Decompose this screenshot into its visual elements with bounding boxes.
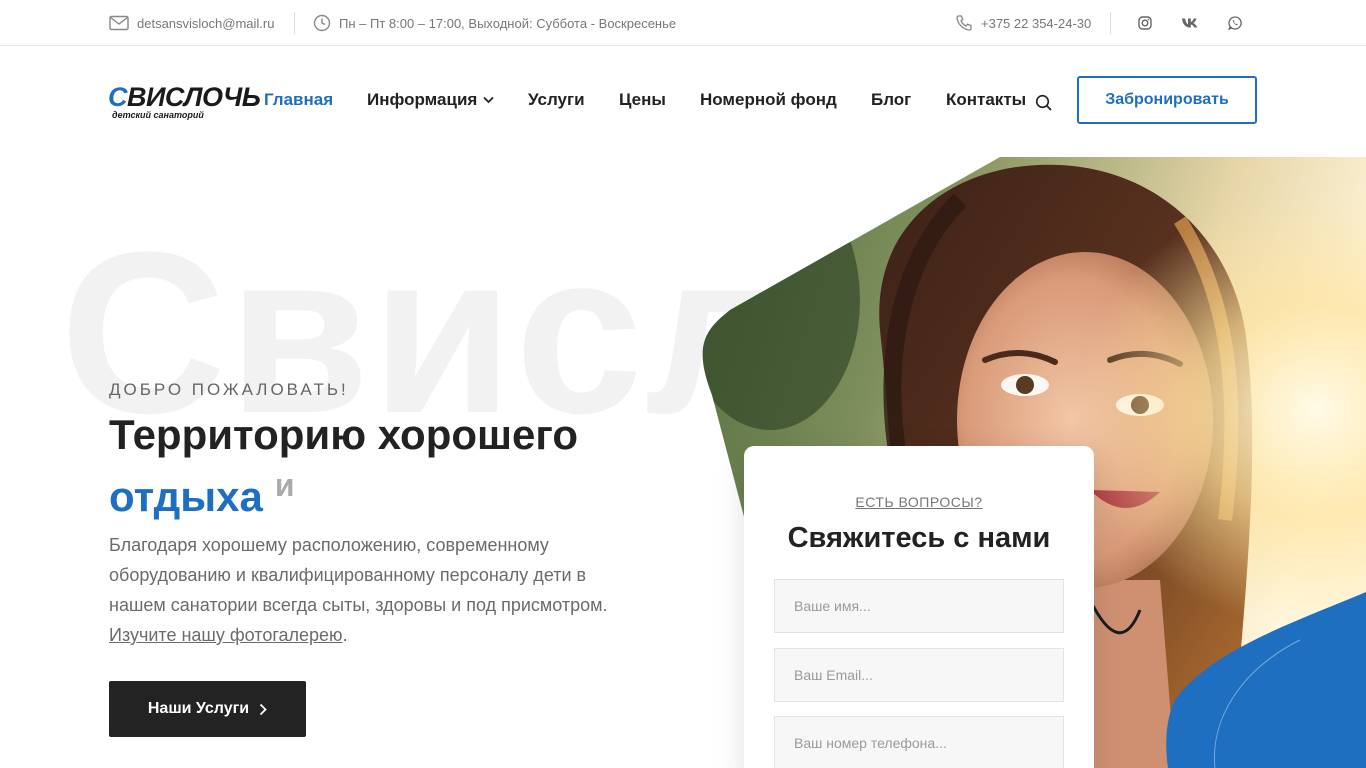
top-bar: detsansvisloch@mail.ru Пн – Пт 8:00 – 17… (0, 0, 1366, 46)
nav-item-services[interactable]: Услуги (528, 90, 585, 110)
instagram-icon[interactable] (1133, 0, 1157, 46)
topbar-hours: Пн – Пт 8:00 – 17:00, Выходной: Суббота … (313, 0, 676, 46)
whatsapp-icon[interactable] (1223, 0, 1247, 46)
topbar-hours-text: Пн – Пт 8:00 – 17:00, Выходной: Суббота … (339, 15, 677, 31)
hero-lead: Благодаря хорошему расположению, совреме… (109, 535, 608, 645)
form-title: Свяжитесь с нами (787, 522, 1051, 554)
form-eyebrow: ЕСТЬ ВОПРОСЫ? (855, 494, 983, 510)
chevron-right-icon (259, 703, 267, 715)
name-input[interactable] (774, 579, 1064, 633)
logo-tagline: детский санаторий (112, 110, 204, 120)
book-button[interactable]: Забронировать (1077, 76, 1257, 124)
contact-form-card: ЕСТЬ ВОПРОСЫ? Свяжитесь с нами (744, 446, 1094, 768)
search-icon[interactable] (1035, 94, 1053, 117)
our-services-button-label: Наши Услуги (147, 700, 250, 717)
mail-icon (109, 15, 129, 31)
topbar-phone[interactable]: +375 22 354-24-30 (955, 0, 1091, 46)
logo-wordmark: СВИСЛОЧЬ (108, 82, 261, 112)
hero-headline-line1: Территорию хорошего (109, 411, 578, 458)
nav-item-prices[interactable]: Цены (619, 90, 666, 110)
hero-lead-text: Благодаря хорошему расположению, совреме… (109, 535, 608, 615)
nav-item-rooms[interactable]: Номерной фонд (700, 90, 837, 110)
nav-item-blog[interactable]: Блог (871, 90, 911, 110)
topbar-divider (1110, 12, 1111, 34)
clock-icon (313, 14, 331, 32)
topbar-divider (294, 12, 295, 34)
nav-item-contacts[interactable]: Контакты (946, 90, 1026, 110)
phone-icon (956, 15, 972, 31)
email-input[interactable] (774, 648, 1064, 702)
hero-headline: Территорию хорошего отдыха и (109, 410, 709, 522)
nav-item-information[interactable]: Информация (367, 90, 494, 110)
nav-item-home[interactable]: Главная (264, 90, 333, 110)
phone-input[interactable] (774, 716, 1064, 768)
vk-icon[interactable] (1178, 0, 1202, 46)
topbar-email[interactable]: detsansvisloch@mail.ru (109, 0, 274, 46)
hero-eyebrow: ДОБРО ПОЖАЛОВАТЬ! (109, 380, 349, 399)
topbar-phone-text: +375 22 354-24-30 (981, 15, 1092, 31)
nav-item-information-label: Информация (367, 90, 478, 109)
hero-headline-accent: отдыха (109, 473, 263, 520)
site-logo[interactable]: СВИСЛОЧЬ детский санаторий (108, 82, 261, 120)
topbar-email-text: detsansvisloch@mail.ru (137, 15, 275, 31)
our-services-button[interactable]: Наши Услуги (109, 681, 306, 737)
chevron-down-icon (483, 96, 494, 104)
hero-headline-small: и (274, 467, 295, 503)
gallery-link[interactable]: Изучите нашу фотогалерею (109, 625, 343, 645)
